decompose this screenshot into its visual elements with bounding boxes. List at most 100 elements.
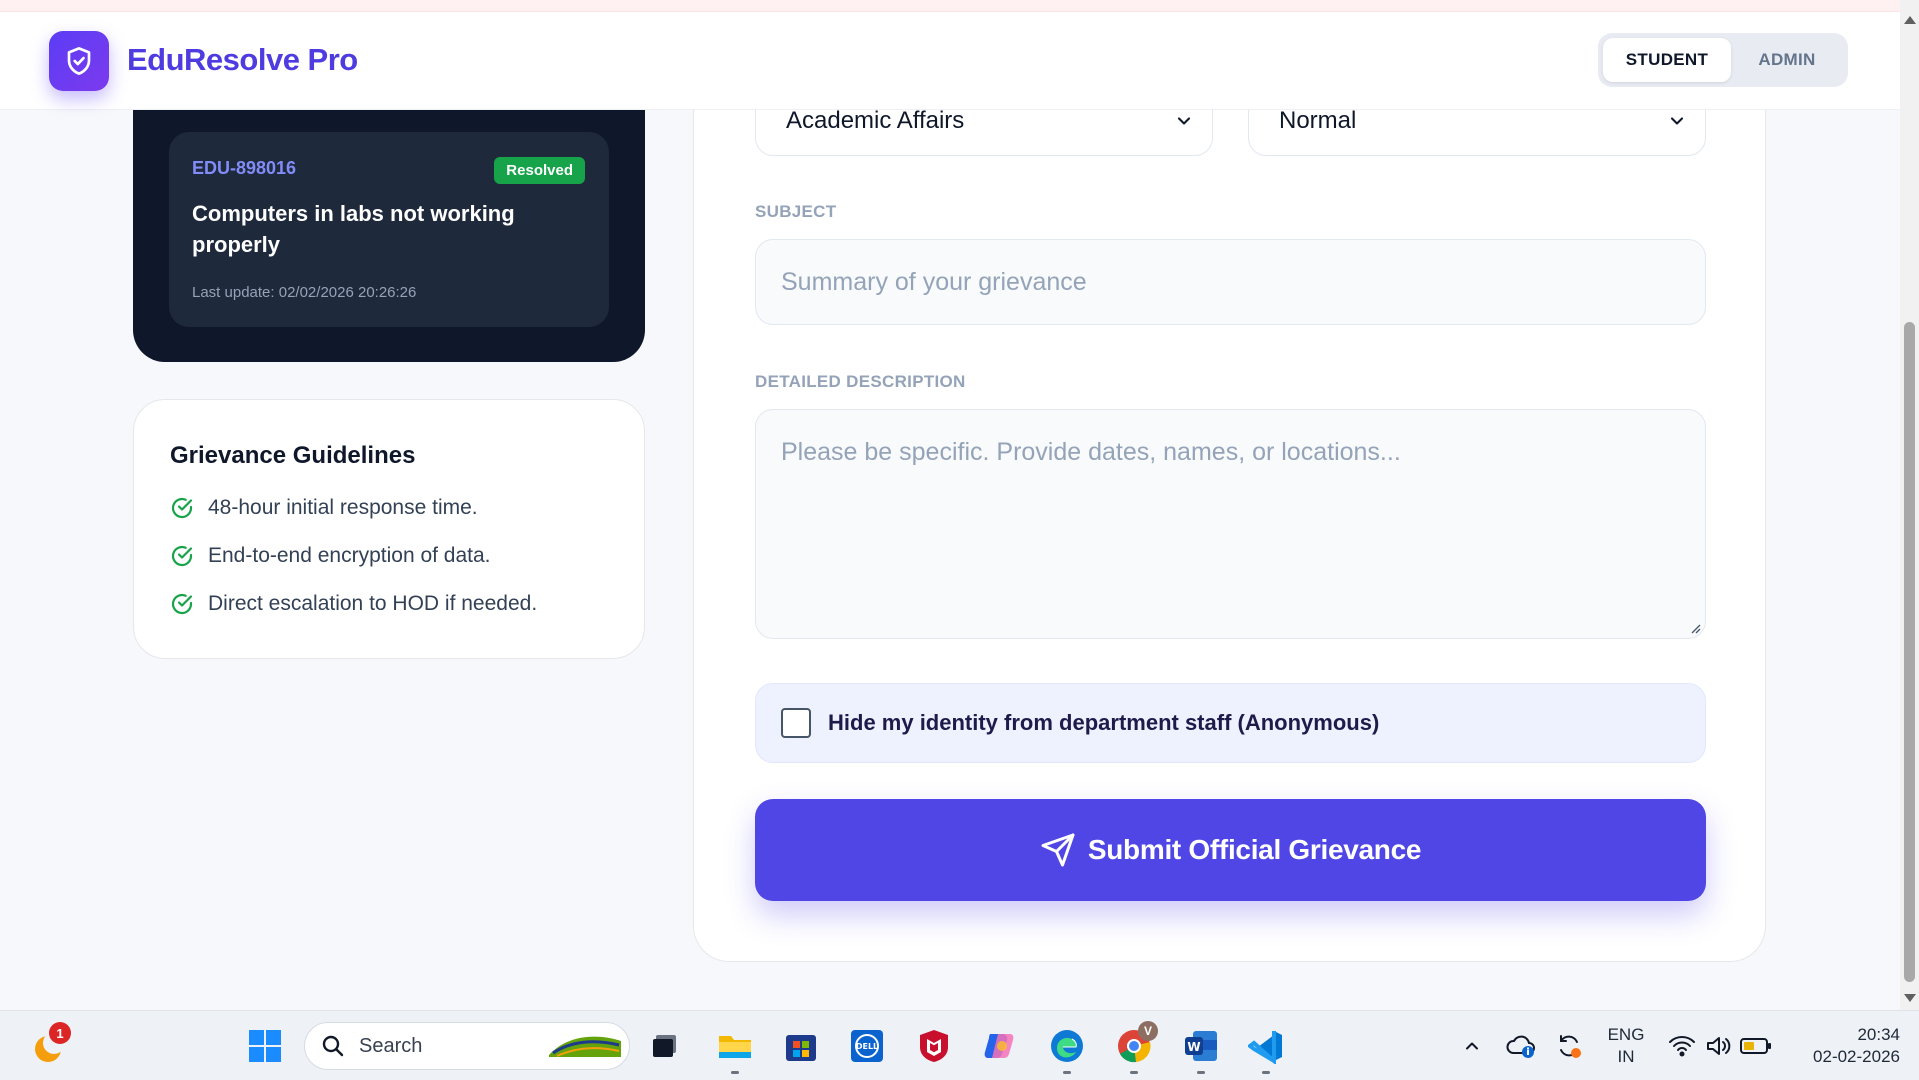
guideline-text: End-to-end encryption of data.: [208, 544, 491, 567]
app-name: EduResolve Pro: [127, 42, 358, 77]
grievance-ticket-card[interactable]: EDU-898016 Resolved Computers in labs no…: [169, 132, 609, 327]
department-value: Academic Affairs: [786, 107, 965, 134]
send-icon: [1041, 833, 1075, 867]
page-scrollbar[interactable]: [1900, 0, 1919, 1010]
weather-widget[interactable]: 1: [29, 1022, 71, 1066]
description-label: DETAILED DESCRIPTION: [755, 372, 966, 391]
check-circle-icon: [170, 544, 194, 568]
scroll-up-arrow-icon[interactable]: [1904, 16, 1916, 24]
shield-check-icon: [67, 47, 91, 75]
copilot-button[interactable]: [980, 1026, 1020, 1066]
dell-app-button[interactable]: DELL: [847, 1026, 887, 1066]
guideline-text: Direct escalation to HOD if needed.: [208, 592, 538, 615]
submit-button[interactable]: Submit Official Grievance: [755, 799, 1706, 901]
subject-label: SUBJECT: [755, 202, 837, 221]
wifi-button[interactable]: [1662, 1026, 1702, 1066]
running-indicator: [1197, 1071, 1205, 1074]
battery-icon: [1740, 1038, 1771, 1054]
dell-icon: DELL: [851, 1030, 883, 1062]
ticket-id: EDU-898016: [192, 158, 297, 178]
guidelines-card: Grievance Guidelines 48-hour initial res…: [133, 399, 645, 659]
clock-date: 02-02-2026: [1813, 1047, 1900, 1066]
scroll-down-arrow-icon[interactable]: [1904, 994, 1916, 1002]
role-toggle: STUDENT ADMIN: [1598, 33, 1848, 87]
tray-overflow-button[interactable]: [1452, 1026, 1492, 1066]
chrome-button[interactable]: V: [1114, 1021, 1158, 1074]
language-indicator[interactable]: ENG IN: [1601, 1024, 1651, 1068]
search-icon: [322, 1035, 344, 1057]
file-explorer-button[interactable]: [715, 1026, 755, 1074]
notification-badge: 1: [49, 1022, 71, 1044]
anonymous-label: Hide my identity from department staff (…: [828, 710, 1380, 735]
check-circle-icon: [170, 496, 194, 520]
folder-icon: [719, 1036, 751, 1058]
search-label: Search: [359, 1034, 423, 1057]
role-student-button[interactable]: STUDENT: [1603, 38, 1731, 82]
task-view-icon: [653, 1035, 676, 1057]
onedrive-tray-button[interactable]: [1501, 1026, 1541, 1066]
description-placeholder: Please be specific. Provide dates, names…: [781, 438, 1401, 466]
status-badge: Resolved: [494, 157, 585, 184]
chevron-up-icon: [1466, 1042, 1478, 1050]
windows-taskbar: 1 Search DELL V W ENG IN 20:34 02-02-202…: [0, 1010, 1919, 1080]
svg-text:DELL: DELL: [856, 1042, 878, 1051]
microsoft-store-button[interactable]: [781, 1026, 821, 1066]
wifi-icon: [1669, 1036, 1695, 1057]
running-indicator: [1262, 1071, 1270, 1074]
subject-input[interactable]: Summary of your grievance: [755, 239, 1706, 325]
sync-icon: [1560, 1035, 1581, 1058]
vscode-icon: [1248, 1031, 1282, 1064]
subject-placeholder: Summary of your grievance: [781, 267, 1087, 296]
task-view-button[interactable]: [645, 1026, 685, 1066]
vscode-button[interactable]: [1246, 1026, 1286, 1074]
word-icon: W: [1185, 1031, 1217, 1061]
svg-text:W: W: [1187, 1040, 1200, 1054]
chevron-down-icon: [1177, 117, 1191, 125]
guideline-text: 48-hour initial response time.: [208, 496, 478, 519]
edge-browser-icon: [1051, 1030, 1083, 1062]
top-accent-line: [0, 0, 1900, 12]
check-circle-icon: [170, 592, 194, 616]
edge-button[interactable]: [1047, 1026, 1087, 1074]
sync-tray-button[interactable]: [1549, 1026, 1589, 1066]
resize-handle-icon[interactable]: [1689, 622, 1701, 634]
taskbar-search[interactable]: Search: [304, 1022, 630, 1070]
word-button[interactable]: W: [1181, 1026, 1221, 1074]
guideline-item: End-to-end encryption of data.: [170, 544, 491, 568]
guideline-item: 48-hour initial response time.: [170, 496, 478, 520]
scrollbar-thumb[interactable]: [1904, 322, 1915, 982]
grievance-form-card: Academic Affairs Normal SUBJECT Summary …: [693, 60, 1766, 962]
language-code: ENG: [1607, 1025, 1645, 1044]
ticket-title: Computers in labs not working properly: [192, 201, 515, 257]
cloud-info-icon: [1506, 1035, 1535, 1058]
app-logo[interactable]: [49, 31, 109, 91]
mcafee-button[interactable]: [914, 1026, 954, 1066]
chrome-profile-avatar: V: [1138, 1021, 1158, 1041]
copilot-icon: [984, 1034, 1014, 1058]
speaker-icon: [1707, 1037, 1731, 1055]
submit-label: Submit Official Grievance: [1087, 834, 1422, 865]
volume-button[interactable]: [1699, 1026, 1739, 1066]
guideline-item: Direct escalation to HOD if needed.: [170, 592, 537, 616]
guidelines-title: Grievance Guidelines: [170, 442, 416, 469]
start-button[interactable]: [245, 1026, 285, 1066]
battery-button[interactable]: [1736, 1026, 1776, 1066]
search-highlight-icon: [549, 1036, 621, 1057]
windows-logo-icon: [249, 1030, 281, 1062]
mcafee-shield-icon: [920, 1030, 948, 1062]
running-indicator: [731, 1071, 739, 1074]
chevron-down-icon: [1670, 117, 1684, 125]
anonymous-option[interactable]: Hide my identity from department staff (…: [755, 683, 1706, 763]
clock-time: 20:34: [1857, 1025, 1900, 1044]
role-admin-button[interactable]: ADMIN: [1731, 38, 1843, 82]
region-code: IN: [1617, 1047, 1635, 1066]
description-textarea[interactable]: Please be specific. Provide dates, names…: [755, 409, 1706, 639]
store-icon: [786, 1035, 816, 1061]
ticket-last-update: Last update: 02/02/2026 20:26:26: [192, 284, 417, 301]
running-indicator: [1063, 1071, 1071, 1074]
app-header: EduResolve Pro STUDENT ADMIN: [0, 12, 1900, 110]
system-clock[interactable]: 20:34 02-02-2026: [1784, 1024, 1900, 1068]
anonymous-checkbox[interactable]: [781, 708, 811, 738]
running-indicator: [1130, 1071, 1138, 1074]
priority-value: Normal: [1279, 107, 1357, 134]
